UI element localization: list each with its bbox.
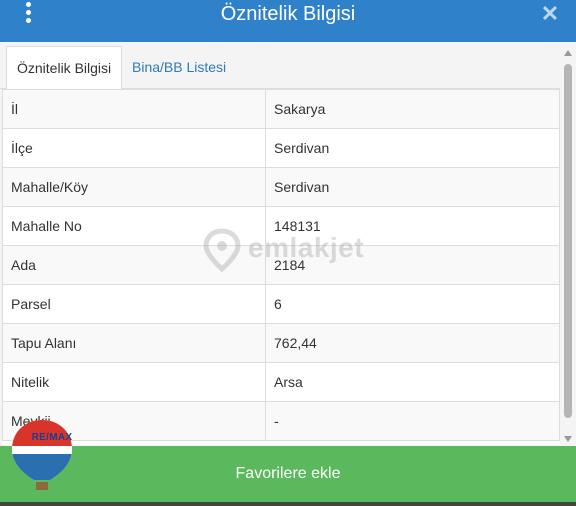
row-key: Mahalle/Köy <box>2 167 266 207</box>
table-row: İl Sakarya <box>2 89 560 129</box>
row-key: İl <box>2 89 266 129</box>
modal-header: Öznitelik Bilgisi ✕ <box>0 0 576 42</box>
row-key: Nitelik <box>2 362 266 402</box>
row-value: 148131 <box>265 206 560 246</box>
modal-footer: Favorilere ekle <box>0 446 576 502</box>
row-value: 762,44 <box>265 323 560 363</box>
row-value: Arsa <box>265 362 560 402</box>
vertical-scrollbar[interactable] <box>562 48 574 444</box>
table-row: Mahalle No 148131 <box>2 206 560 246</box>
scrollbar-thumb[interactable] <box>564 64 572 418</box>
attribute-info-modal: Öznitelik Bilgisi ✕ Öznitelik Bilgisi Bi… <box>0 0 576 506</box>
tab-bar: Öznitelik Bilgisi Bina/BB Listesi <box>0 42 560 90</box>
tab-building-list[interactable]: Bina/BB Listesi <box>122 46 236 88</box>
scroll-up-icon[interactable] <box>564 50 572 56</box>
table-row: İlçe Serdivan <box>2 128 560 168</box>
row-value: - <box>265 401 560 441</box>
row-key: İlçe <box>2 128 266 168</box>
row-value: 6 <box>265 284 560 324</box>
table-row: Ada 2184 <box>2 245 560 285</box>
attribute-table: İl Sakarya İlçe Serdivan Mahalle/Köy Ser… <box>2 89 560 441</box>
close-icon[interactable]: ✕ <box>538 2 562 26</box>
row-key: Mahalle No <box>2 206 266 246</box>
table-row: Nitelik Arsa <box>2 362 560 402</box>
row-value: Sakarya <box>265 89 560 129</box>
table-row: Parsel 6 <box>2 284 560 324</box>
logo-text: RE/MAX <box>31 432 73 443</box>
scroll-down-icon[interactable] <box>564 436 572 442</box>
row-key: Ada <box>2 245 266 285</box>
row-key: Parsel <box>2 284 266 324</box>
table-row: Mevkii - <box>2 401 560 441</box>
add-to-favorites-button[interactable]: Favorilere ekle <box>0 446 576 502</box>
background-strip <box>0 502 576 506</box>
row-value: Serdivan <box>265 128 560 168</box>
row-value: Serdivan <box>265 167 560 207</box>
tab-attribute-info[interactable]: Öznitelik Bilgisi <box>6 46 123 90</box>
row-key: Tapu Alanı <box>2 323 266 363</box>
table-row: Mahalle/Köy Serdivan <box>2 167 560 207</box>
attribute-table-container[interactable]: İl Sakarya İlçe Serdivan Mahalle/Köy Ser… <box>2 89 560 445</box>
modal-title: Öznitelik Bilgisi <box>220 3 356 25</box>
balloon-logo-icon: RE/MAX <box>10 418 74 498</box>
row-value: 2184 <box>265 245 560 285</box>
table-row: Tapu Alanı 762,44 <box>2 323 560 363</box>
